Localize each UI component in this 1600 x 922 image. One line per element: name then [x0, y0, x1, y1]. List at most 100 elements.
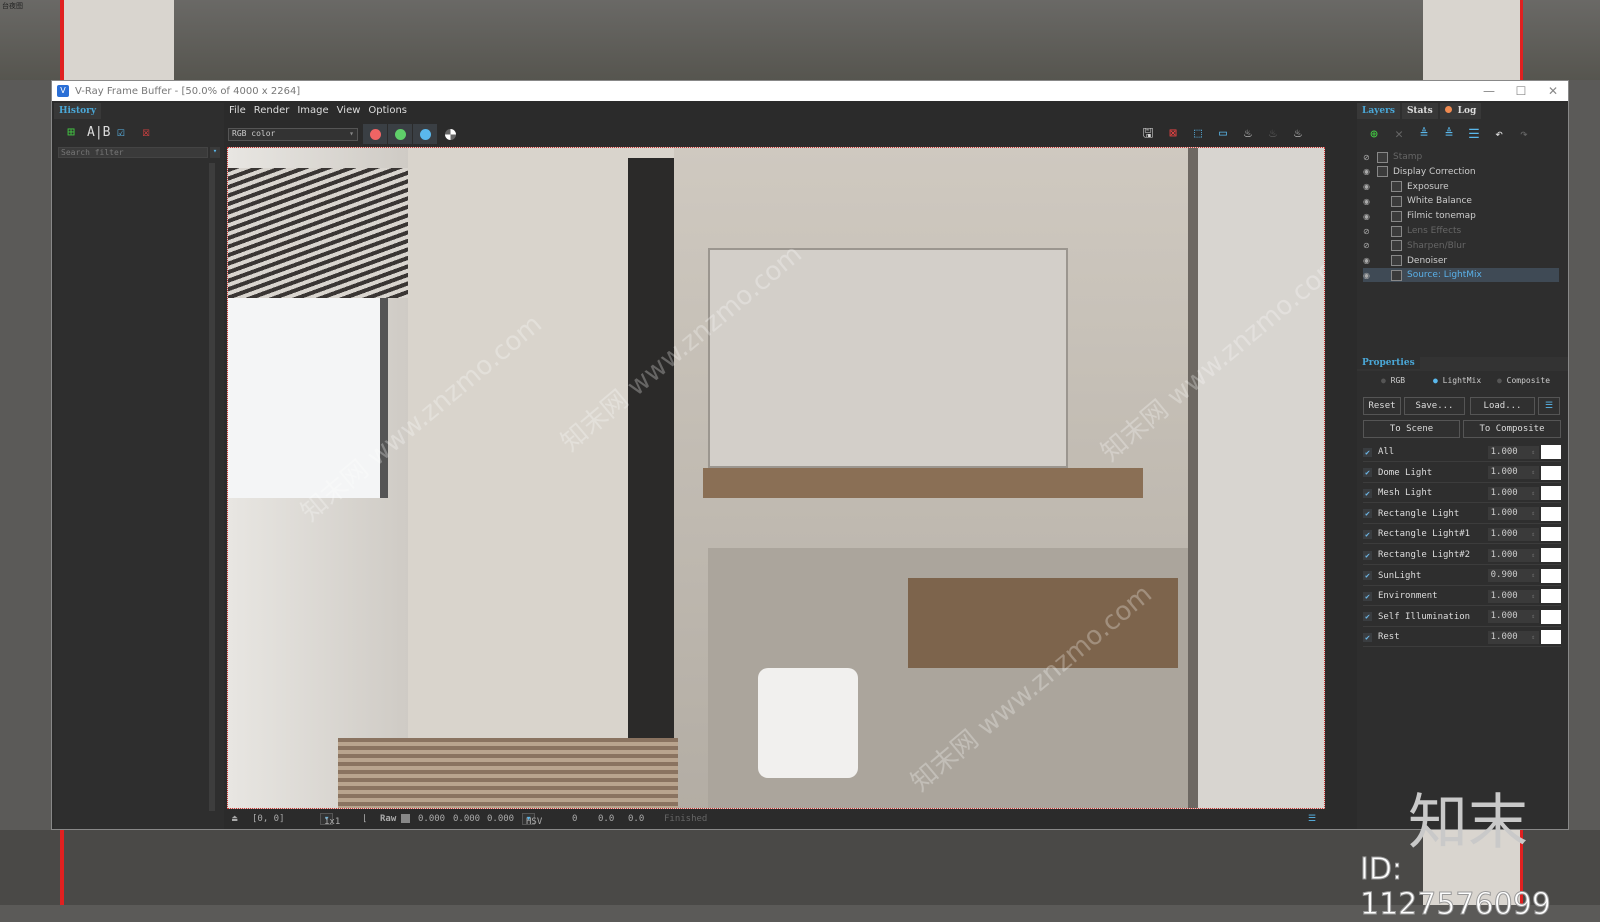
- light-enabled-checkbox[interactable]: ✔: [1363, 550, 1372, 560]
- eye-icon[interactable]: ◉: [1363, 256, 1377, 265]
- light-enabled-checkbox[interactable]: ✔: [1363, 591, 1372, 601]
- light-color-swatch[interactable]: [1541, 445, 1562, 459]
- zoom-select[interactable]: 1x1 ▾: [320, 813, 340, 827]
- eye-icon[interactable]: ◉: [1363, 182, 1377, 191]
- options-list-icon[interactable]: ☰: [1538, 397, 1560, 415]
- history-scrollbar[interactable]: [209, 163, 215, 811]
- light-color-swatch[interactable]: [1541, 609, 1562, 624]
- layer-item[interactable]: ⊘ Stamp: [1363, 150, 1559, 164]
- spinner-icon[interactable]: ⇕: [1531, 449, 1535, 456]
- render-image[interactable]: 知末网 www.znzmo.com 知末网 www.znzmo.com 知末网 …: [227, 147, 1325, 809]
- light-enabled-checkbox[interactable]: ✔: [1363, 447, 1372, 457]
- eye-icon[interactable]: ◉: [1363, 197, 1377, 206]
- save-layers-icon[interactable]: ≜: [1415, 127, 1433, 143]
- light-color-swatch[interactable]: [1541, 548, 1562, 562]
- layer-item[interactable]: ◉ Filmic tonemap: [1363, 209, 1559, 223]
- reset-button[interactable]: Reset: [1363, 397, 1401, 415]
- mono-button[interactable]: [438, 124, 462, 144]
- filter-dropdown[interactable]: ▾: [210, 147, 220, 158]
- redo-icon[interactable]: ↷: [1515, 127, 1533, 143]
- eye-off-icon[interactable]: ⊘: [1363, 241, 1377, 250]
- search-filter-input[interactable]: Search filter: [58, 147, 208, 158]
- ab-compare-icon[interactable]: A|B: [87, 125, 110, 141]
- light-color-swatch[interactable]: [1541, 506, 1562, 521]
- menu-render[interactable]: Render: [254, 105, 290, 116]
- eye-icon[interactable]: ◉: [1363, 212, 1377, 221]
- layer-item[interactable]: ◉ Source: LightMix: [1363, 268, 1559, 283]
- layer-item[interactable]: ◉ Denoiser: [1363, 254, 1559, 268]
- to-scene-button[interactable]: To Scene: [1363, 420, 1460, 438]
- light-enabled-checkbox[interactable]: ✔: [1363, 571, 1372, 581]
- to-composite-button[interactable]: To Composite: [1463, 420, 1561, 438]
- eye-off-icon[interactable]: ⊘: [1363, 153, 1377, 162]
- close-button[interactable]: ✕: [1536, 81, 1570, 101]
- render-teapot-icon[interactable]: ♨: [1289, 126, 1307, 142]
- spinner-icon[interactable]: ⇕: [1531, 572, 1535, 579]
- mode-radio-composite[interactable]: ● Composite: [1497, 376, 1550, 385]
- blue-channel-button[interactable]: [413, 124, 437, 144]
- load-history-icon[interactable]: ☑: [112, 125, 130, 141]
- add-layer-icon[interactable]: ⊕: [1365, 127, 1383, 143]
- curve-icon[interactable]: ⌊: [362, 814, 367, 824]
- tab-stats[interactable]: Stats: [1401, 103, 1438, 119]
- layer-list-icon[interactable]: ☰: [1465, 127, 1483, 143]
- spinner-icon[interactable]: ⇕: [1531, 613, 1535, 620]
- delete-layer-icon[interactable]: ✕: [1390, 127, 1408, 143]
- light-color-swatch[interactable]: [1541, 465, 1562, 480]
- mode-radio-rgb[interactable]: ● RGB: [1381, 376, 1405, 385]
- layer-item[interactable]: ◉ White Balance: [1363, 194, 1559, 208]
- lock-icon[interactable]: ⏏: [232, 814, 237, 824]
- eye-off-icon[interactable]: ⊘: [1363, 227, 1377, 236]
- log-toggle-icon[interactable]: ☰: [1308, 814, 1316, 824]
- eye-icon[interactable]: ◉: [1363, 271, 1377, 280]
- spinner-icon[interactable]: ⇕: [1531, 593, 1535, 600]
- remove-history-icon[interactable]: ☒: [137, 125, 155, 141]
- save-button[interactable]: Save...: [1404, 397, 1465, 415]
- light-enabled-checkbox[interactable]: ✔: [1363, 632, 1372, 642]
- light-enabled-checkbox[interactable]: ✔: [1363, 488, 1372, 498]
- maximize-button[interactable]: ☐: [1504, 81, 1538, 101]
- spinner-icon[interactable]: ⇕: [1531, 490, 1535, 497]
- spinner-icon[interactable]: ⇕: [1531, 469, 1535, 476]
- load-button[interactable]: Load...: [1470, 397, 1535, 415]
- light-color-swatch[interactable]: [1541, 568, 1562, 583]
- save-image-icon[interactable]: 🖫: [1139, 126, 1157, 142]
- spinner-icon[interactable]: ⇕: [1531, 510, 1535, 517]
- spinner-icon[interactable]: ⇕: [1531, 531, 1535, 538]
- light-color-swatch[interactable]: [1541, 527, 1562, 542]
- light-color-swatch[interactable]: [1541, 589, 1562, 604]
- eye-icon[interactable]: ◉: [1363, 167, 1377, 176]
- region-render-icon[interactable]: ⬚: [1189, 126, 1207, 142]
- load-layers-icon[interactable]: ≜: [1440, 127, 1458, 143]
- layer-item[interactable]: ⊘ Sharpen/Blur: [1363, 239, 1559, 253]
- mode-radio-lightmix[interactable]: ● LightMix: [1433, 376, 1481, 385]
- menu-file[interactable]: File: [229, 105, 246, 116]
- light-enabled-checkbox[interactable]: ✔: [1363, 529, 1372, 539]
- interactive-render-icon[interactable]: ♨: [1239, 126, 1257, 142]
- channel-select[interactable]: RGB color ▾: [228, 127, 358, 141]
- stop-render-icon[interactable]: ♨: [1264, 126, 1282, 142]
- layer-item[interactable]: ⊘ Lens Effects: [1363, 224, 1559, 238]
- spinner-icon[interactable]: ⇕: [1531, 634, 1535, 641]
- light-color-swatch[interactable]: [1541, 630, 1562, 645]
- undo-icon[interactable]: ↶: [1490, 127, 1508, 143]
- tab-log[interactable]: Log: [1439, 103, 1482, 119]
- spinner-icon[interactable]: ⇕: [1531, 552, 1535, 559]
- track-mouse-icon[interactable]: ▭: [1214, 126, 1232, 142]
- light-enabled-checkbox[interactable]: ✔: [1363, 468, 1372, 478]
- light-enabled-checkbox[interactable]: ✔: [1363, 612, 1372, 622]
- light-color-swatch[interactable]: [1541, 486, 1562, 501]
- save-to-history-icon[interactable]: ⊞: [62, 125, 80, 141]
- red-channel-button[interactable]: [363, 124, 387, 144]
- menu-options[interactable]: Options: [368, 105, 407, 116]
- minimize-button[interactable]: —: [1472, 81, 1506, 101]
- layer-item[interactable]: ◉ Display Correction: [1363, 165, 1559, 179]
- clear-image-icon[interactable]: ⊠: [1164, 126, 1182, 142]
- menu-view[interactable]: View: [337, 105, 361, 116]
- tab-history[interactable]: History: [54, 103, 102, 119]
- tab-layers[interactable]: Layers: [1357, 103, 1400, 119]
- color-space-select[interactable]: HSV ▾: [522, 813, 542, 827]
- layer-item[interactable]: ◉ Exposure: [1363, 180, 1559, 194]
- light-enabled-checkbox[interactable]: ✔: [1363, 509, 1372, 519]
- menu-image[interactable]: Image: [297, 105, 328, 116]
